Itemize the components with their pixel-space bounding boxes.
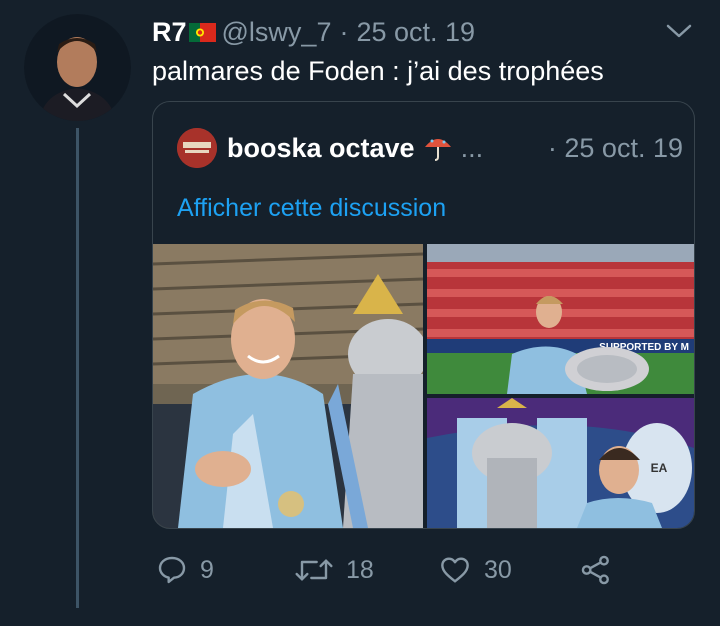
display-name[interactable]: R7	[152, 17, 187, 48]
photo-image: EA	[427, 398, 694, 528]
retweet-button[interactable]: 18	[294, 552, 374, 588]
handle[interactable]: @lswy_7	[222, 17, 332, 48]
tweet-header: R7 @lswy_7 · 25 oct. 19	[152, 14, 475, 50]
quoted-date[interactable]: · 25 oct. 19	[548, 133, 683, 164]
like-button[interactable]: 30	[438, 552, 512, 588]
quoted-header: booska octave ... · 25 oct. 19	[177, 126, 683, 170]
sign-text: EA	[651, 461, 668, 475]
reply-icon	[158, 556, 186, 584]
photo-wembley[interactable]: SUPPORTED BY M	[427, 244, 694, 394]
avatar[interactable]	[24, 14, 131, 121]
retweet-icon	[295, 559, 333, 581]
reply-count: 9	[200, 555, 214, 584]
photo-image	[153, 244, 423, 528]
like-count: 30	[484, 555, 512, 584]
quoted-avatar[interactable]	[177, 128, 217, 168]
chevron-down-icon[interactable]	[664, 20, 694, 42]
photo-grid: SUPPORTED BY M EA	[153, 244, 694, 528]
separator: ·	[339, 16, 349, 47]
retweet-count: 18	[346, 555, 374, 584]
tweet-text: palmares de Foden : j’ai des trophées	[152, 56, 604, 86]
name-ellipsis: ...	[460, 132, 484, 163]
quoted-avatar-image	[177, 128, 217, 168]
tweet-date[interactable]: 25 oct. 19	[356, 17, 475, 48]
umbrella-icon	[424, 139, 451, 161]
photo-image: SUPPORTED BY M	[427, 244, 694, 394]
share-button[interactable]	[580, 552, 624, 588]
photo-foden-trophy[interactable]	[153, 244, 423, 528]
reply-button[interactable]: 9	[156, 552, 214, 588]
like-icon	[441, 557, 469, 583]
thread-line	[76, 128, 79, 608]
share-icon	[581, 555, 609, 585]
show-thread-link[interactable]: Afficher cette discussion	[177, 194, 446, 223]
quoted-display-name[interactable]: booska octave	[227, 133, 415, 164]
quoted-tweet[interactable]: booska octave ... · 25 oct. 19 Afficher …	[152, 101, 695, 529]
photo-premier-league-trophy[interactable]: EA	[427, 398, 694, 528]
avatar-image	[24, 14, 131, 121]
portugal-flag-icon	[188, 22, 216, 42]
